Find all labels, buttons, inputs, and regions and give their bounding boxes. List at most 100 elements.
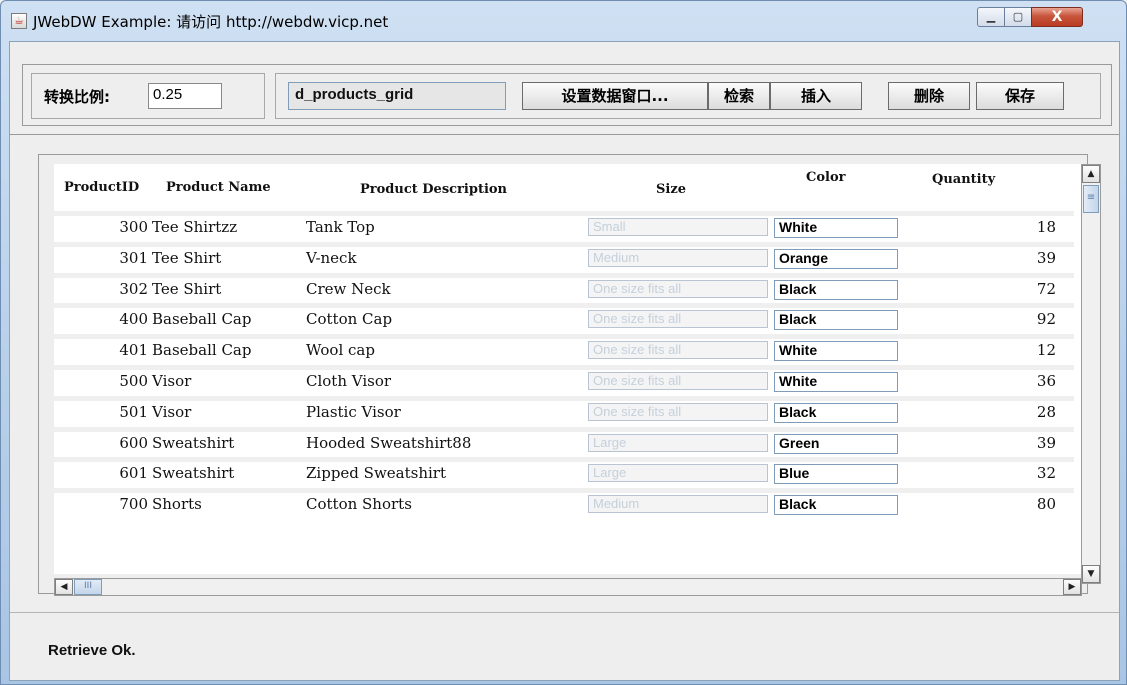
column-header-productid[interactable]: ProductID: [64, 180, 139, 195]
table-row[interactable]: 700 Shorts Cotton Shorts Medium Black 80: [54, 493, 1074, 520]
cell-color[interactable]: White: [774, 341, 898, 362]
cell-quantity[interactable]: 18: [996, 218, 1056, 236]
cell-product-id[interactable]: 601: [68, 464, 148, 482]
cell-color[interactable]: Black: [774, 495, 898, 516]
cell-color[interactable]: White: [774, 372, 898, 392]
cell-quantity[interactable]: 39: [996, 434, 1056, 452]
table-row[interactable]: 400 Baseball Cap Cotton Cap One size fits a…: [54, 308, 1074, 335]
column-header-size[interactable]: Size: [656, 182, 686, 197]
cell-product-description[interactable]: Cotton Shorts: [306, 495, 412, 513]
cell-product-name[interactable]: Tee Shirtzz: [152, 218, 237, 236]
cell-product-id[interactable]: 301: [68, 249, 148, 267]
cell-product-name[interactable]: Sweatshirt: [152, 434, 234, 452]
cell-size[interactable]: Medium: [588, 495, 768, 514]
cell-product-description[interactable]: V-neck: [306, 249, 357, 267]
cell-product-description[interactable]: Cloth Visor: [306, 372, 391, 390]
cell-product-id[interactable]: 501: [68, 403, 148, 421]
column-header-product-name[interactable]: Product Name: [166, 180, 271, 195]
cell-product-name[interactable]: Baseball Cap: [152, 341, 251, 359]
cell-product-id[interactable]: 400: [68, 310, 148, 328]
table-row[interactable]: 301 Tee Shirt V-neck Medium Orange 39: [54, 246, 1074, 273]
cell-product-name[interactable]: Visor: [152, 403, 191, 421]
save-button[interactable]: 保存: [976, 82, 1064, 110]
cell-product-name[interactable]: Tee Shirt: [152, 249, 221, 267]
vertical-scroll-thumb[interactable]: ≡: [1083, 185, 1099, 213]
cell-size[interactable]: One size fits all: [588, 402, 768, 421]
scroll-up-arrow-icon[interactable]: ▲: [1082, 165, 1100, 183]
table-row[interactable]: 501 Visor Plastic Visor One size fits all Bl…: [54, 400, 1074, 427]
cell-product-id[interactable]: 401: [68, 341, 148, 359]
column-header-product-description[interactable]: Product Description: [360, 182, 507, 197]
cell-product-name[interactable]: Sweatshirt: [152, 464, 234, 482]
cell-color[interactable]: Green: [774, 433, 898, 454]
cell-product-description[interactable]: Zipped Sweatshirt: [306, 464, 446, 482]
cell-size[interactable]: One size fits all: [588, 372, 768, 390]
table-row[interactable]: 601 Sweatshirt Zipped Sweatshirt Large Blue 3…: [54, 462, 1074, 489]
java-cup-icon[interactable]: ☕: [11, 13, 27, 29]
column-header-quantity[interactable]: Quantity: [932, 172, 995, 187]
cell-product-name[interactable]: Visor: [152, 372, 191, 390]
cell-product-id[interactable]: 300: [68, 218, 148, 236]
maximize-button[interactable]: ▢: [1004, 7, 1032, 27]
cell-product-description[interactable]: Cotton Cap: [306, 310, 392, 328]
cell-product-description[interactable]: Crew Neck: [306, 280, 391, 298]
cell-quantity[interactable]: 72: [996, 280, 1056, 298]
cell-product-description[interactable]: Wool cap: [306, 341, 375, 359]
cell-quantity[interactable]: 80: [996, 495, 1056, 513]
table-row[interactable]: 401 Baseball Cap Wool cap One size fits all…: [54, 339, 1074, 366]
cell-product-name[interactable]: Baseball Cap: [152, 310, 251, 328]
ratio-input[interactable]: 0.25: [148, 83, 222, 109]
scroll-down-arrow-icon[interactable]: ▼: [1082, 565, 1100, 583]
set-datawindow-button[interactable]: 设置数据窗口...: [522, 82, 708, 110]
cell-product-description[interactable]: Plastic Visor: [306, 403, 401, 421]
scroll-right-arrow-icon[interactable]: ▶: [1063, 579, 1081, 595]
retrieve-button[interactable]: 检索: [708, 82, 770, 110]
dataobject-name-field[interactable]: d_products_grid: [288, 82, 506, 110]
data-grid[interactable]: ProductID Product Name Product Descripti…: [54, 164, 1084, 574]
minimize-button[interactable]: ▁: [977, 7, 1005, 27]
table-row[interactable]: 500 Visor Cloth Visor One size fits all Whit…: [54, 370, 1074, 396]
insert-button[interactable]: 插入: [770, 82, 862, 110]
table-row[interactable]: 302 Tee Shirt Crew Neck One size fits all Bl…: [54, 277, 1074, 304]
table-row[interactable]: 300 Tee Shirtzz Tank Top Small White 18: [54, 216, 1074, 242]
cell-size[interactable]: One size fits all: [588, 279, 768, 298]
cell-size[interactable]: One size fits all: [588, 341, 768, 360]
cell-size[interactable]: Large: [588, 464, 768, 483]
cell-size[interactable]: Medium: [588, 248, 768, 267]
cell-product-id[interactable]: 302: [68, 280, 148, 298]
cell-color[interactable]: Black: [774, 310, 898, 331]
cell-quantity[interactable]: 28: [996, 403, 1056, 421]
cell-quantity[interactable]: 92: [996, 310, 1056, 328]
cell-quantity[interactable]: 12: [996, 341, 1056, 359]
close-button[interactable]: X: [1031, 7, 1083, 27]
column-header-color[interactable]: Color: [806, 170, 845, 185]
datawindow-group: d_products_grid 设置数据窗口... 检索 插入 删除 保存: [275, 73, 1101, 119]
toolbar-panel: 转换比例: 0.25 d_products_grid 设置数据窗口... 检索 …: [22, 64, 1112, 126]
cell-size[interactable]: Large: [588, 433, 768, 452]
scroll-left-arrow-icon[interactable]: ◀: [55, 579, 73, 595]
cell-quantity[interactable]: 36: [996, 372, 1056, 390]
cell-product-name[interactable]: Shorts: [152, 495, 202, 513]
minimize-icon: ▁: [986, 10, 996, 23]
cell-product-id[interactable]: 600: [68, 434, 148, 452]
cell-quantity[interactable]: 39: [996, 249, 1056, 267]
delete-button[interactable]: 删除: [888, 82, 970, 110]
cell-color[interactable]: Blue: [774, 464, 898, 485]
cell-color[interactable]: Orange: [774, 248, 898, 269]
cell-product-name[interactable]: Tee Shirt: [152, 280, 221, 298]
cell-product-id[interactable]: 500: [68, 372, 148, 390]
cell-product-id[interactable]: 700: [68, 495, 148, 513]
cell-color[interactable]: Black: [774, 402, 898, 423]
title-bar[interactable]: ☕ JWebDW Example: 请访问 http://webdw.vicp.…: [1, 1, 1126, 41]
vertical-scrollbar[interactable]: ▲ ≡ ▼: [1081, 164, 1101, 584]
cell-color[interactable]: White: [774, 218, 898, 238]
table-row[interactable]: 600 Sweatshirt Hooded Sweatshirt88 Large Gre…: [54, 431, 1074, 458]
cell-size[interactable]: Small: [588, 218, 768, 236]
cell-quantity[interactable]: 32: [996, 464, 1056, 482]
cell-product-description[interactable]: Hooded Sweatshirt88: [306, 434, 471, 452]
cell-product-description[interactable]: Tank Top: [306, 218, 375, 236]
cell-color[interactable]: Black: [774, 279, 898, 300]
cell-size[interactable]: One size fits all: [588, 310, 768, 329]
horizontal-scroll-thumb[interactable]: III: [74, 579, 102, 595]
horizontal-scrollbar[interactable]: ◀ III ▶: [54, 578, 1082, 596]
